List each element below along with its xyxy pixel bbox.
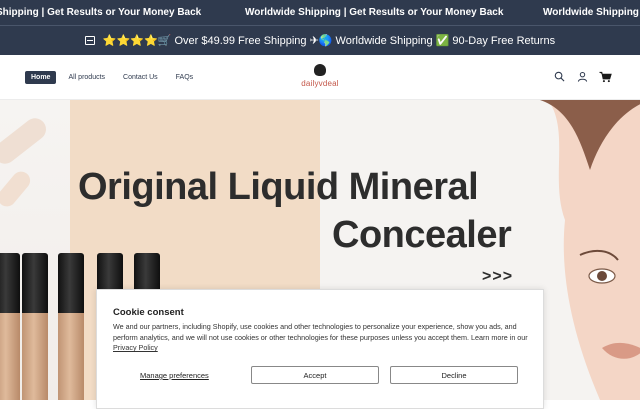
decline-button[interactable]: Decline — [390, 366, 518, 384]
marquee-item: Worldwide Shipping | Get Results or Your… — [245, 7, 504, 18]
hero-title-line2: Concealer — [332, 214, 512, 256]
account-icon[interactable] — [576, 70, 589, 83]
nav-faqs[interactable]: FAQs — [170, 71, 200, 84]
cookie-text: We and our partners, including Shopify, … — [113, 322, 528, 342]
search-icon[interactable] — [553, 70, 566, 83]
header-icons — [553, 70, 612, 83]
main-nav: Home All products Contact Us FAQs — [25, 71, 199, 84]
site-logo[interactable]: dailyvdeal — [294, 62, 346, 94]
hero-title-line1: Original Liquid Mineral — [78, 166, 479, 208]
hero-arrows: >>> — [482, 268, 514, 285]
cookie-consent-dialog: Cookie consent We and our partners, incl… — [96, 289, 544, 409]
marquee-bar: Shipping | Get Results or Your Money Bac… — [0, 0, 640, 25]
logo-text: dailyvdeal — [301, 79, 339, 88]
model-face-image — [540, 100, 640, 400]
announcement-bar: ⭐⭐⭐⭐🛒 Over $49.99 Free Shipping ✈🌎 World… — [0, 25, 640, 55]
site-header: Home All products Contact Us FAQs dailyv… — [0, 55, 640, 100]
manage-preferences-link[interactable]: Manage preferences — [140, 371, 209, 380]
announcement-text: ⭐⭐⭐⭐🛒 Over $49.99 Free Shipping ✈🌎 World… — [102, 35, 556, 47]
cart-icon[interactable] — [599, 70, 612, 83]
marquee-item: Shipping | Get Results or Your Money Bac… — [0, 7, 202, 18]
product-tube-image — [22, 253, 48, 400]
product-tube-image — [58, 253, 84, 400]
cookie-description: We and our partners, including Shopify, … — [113, 322, 531, 354]
cookie-title: Cookie consent — [113, 307, 184, 318]
logo-mark-icon — [314, 64, 326, 76]
product-tube-image — [0, 253, 20, 400]
privacy-policy-link[interactable]: Privacy Policy — [113, 343, 158, 352]
nav-all-products[interactable]: All products — [62, 71, 111, 84]
nav-home[interactable]: Home — [25, 71, 57, 84]
nav-contact-us[interactable]: Contact Us — [117, 71, 164, 84]
accept-button[interactable]: Accept — [251, 366, 379, 384]
marquee-item: Worldwide Shipping | — [543, 7, 640, 18]
store-icon — [84, 36, 95, 45]
